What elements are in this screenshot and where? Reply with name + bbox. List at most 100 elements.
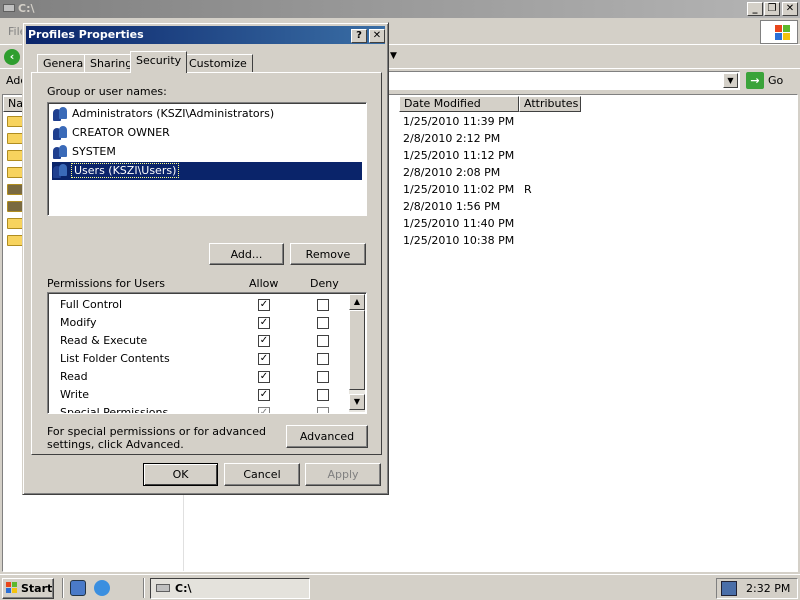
folder-icon	[7, 150, 23, 161]
user-item-creator-owner[interactable]: CREATOR OWNER	[52, 124, 362, 142]
perm-row-list-folder: List Folder Contents ✓	[48, 350, 348, 368]
internet-explorer-icon[interactable]	[94, 580, 110, 596]
advanced-button[interactable]: Advanced	[286, 425, 368, 448]
scroll-up-icon[interactable]: ▲	[349, 294, 365, 310]
folder-icon	[7, 218, 23, 229]
remove-button[interactable]: Remove	[290, 243, 366, 265]
add-button[interactable]: Add...	[209, 243, 284, 265]
network-icon[interactable]	[721, 581, 737, 596]
start-button[interactable]: Start	[2, 578, 54, 599]
minimize-button[interactable]: _	[747, 2, 763, 16]
taskbar-item-label: C:\	[175, 582, 192, 595]
explorer-title-bar: C:\ _ ❐ ✕	[0, 0, 800, 18]
folder-icon	[7, 116, 23, 127]
tab-customize[interactable]: Customize	[183, 54, 253, 73]
date-cell: 2/8/2010 1:56 PM	[403, 200, 501, 213]
perm-row-read: Read ✓	[48, 368, 348, 386]
help-button[interactable]: ?	[351, 29, 367, 43]
taskbar-item-explorer[interactable]: C:\	[150, 578, 310, 599]
properties-dialog: Profiles Properties ? ✕ General Sharing …	[22, 22, 389, 495]
go-label: Go	[768, 74, 784, 87]
tab-strip: General Sharing Security Customize	[33, 51, 383, 73]
perm-row-modify: Modify ✓	[48, 314, 348, 332]
allow-label: Allow	[249, 277, 279, 290]
close-dialog-button[interactable]: ✕	[369, 29, 385, 43]
deny-checkbox[interactable]	[317, 371, 329, 383]
close-window-button[interactable]: ✕	[782, 2, 798, 16]
allow-checkbox[interactable]: ✓	[258, 335, 270, 347]
security-tab-panel: Group or user names: Administrators (KSZ…	[31, 72, 382, 455]
deny-label: Deny	[310, 277, 339, 290]
clock[interactable]: 2:32 PM	[746, 582, 790, 595]
allow-checkbox[interactable]: ✓	[258, 371, 270, 383]
permissions-label: Permissions for Users	[47, 277, 165, 290]
dropdown-arrow-icon[interactable]: ▼	[390, 51, 397, 61]
date-cell: 1/25/2010 11:02 PM	[403, 183, 515, 196]
column-date-modified[interactable]: Date Modified	[399, 96, 519, 112]
date-cell: 2/8/2010 2:08 PM	[403, 166, 501, 179]
users-group-icon	[53, 126, 69, 140]
user-item-users[interactable]: Users (KSZI\Users)	[52, 162, 362, 180]
folder-icon	[7, 167, 23, 178]
go-button[interactable]: → Go	[746, 72, 796, 90]
show-desktop-icon[interactable]	[70, 580, 86, 596]
users-group-icon	[53, 107, 69, 121]
allow-checkbox[interactable]: ✓	[258, 389, 270, 401]
perm-name: Write	[60, 388, 90, 401]
address-input[interactable]: ▼	[388, 71, 740, 90]
deny-checkbox[interactable]	[317, 389, 329, 401]
group-label: Group or user names:	[47, 85, 167, 98]
allow-checkbox[interactable]: ✓	[258, 299, 270, 311]
column-attributes[interactable]: Attributes	[519, 96, 581, 112]
dialog-title-bar[interactable]: Profiles Properties ? ✕	[26, 26, 385, 44]
allow-checkbox[interactable]: ✓	[258, 353, 270, 365]
apply-button: Apply	[305, 463, 381, 486]
date-cell: 1/25/2010 10:38 PM	[403, 234, 515, 247]
cancel-button[interactable]: Cancel	[224, 463, 300, 486]
perm-name: List Folder Contents	[60, 352, 170, 365]
perm-row-read-execute: Read & Execute ✓	[48, 332, 348, 350]
permissions-scrollbar[interactable]: ▲ ▼	[349, 294, 365, 412]
pane-divider	[183, 495, 184, 571]
taskbar: Start C:\ 2:32 PM	[0, 574, 800, 600]
scroll-thumb[interactable]	[349, 310, 365, 390]
deny-checkbox[interactable]	[317, 317, 329, 329]
start-label: Start	[21, 582, 53, 595]
allow-checkbox: ✓	[258, 407, 270, 413]
date-cell: 1/25/2010 11:12 PM	[403, 149, 515, 162]
explorer-title: C:\	[18, 2, 35, 15]
left-pane-bottom	[3, 495, 183, 571]
dialog-title: Profiles Properties	[28, 28, 144, 41]
windows-start-icon	[6, 582, 18, 594]
scroll-down-icon[interactable]: ▼	[349, 394, 365, 410]
attr-cell: R	[524, 183, 532, 196]
back-icon[interactable]: ‹	[4, 49, 20, 65]
drive-icon	[3, 4, 15, 12]
user-item-administrators[interactable]: Administrators (KSZI\Administrators)	[52, 105, 362, 123]
date-cell: 1/25/2010 11:40 PM	[403, 217, 515, 230]
deny-checkbox[interactable]	[317, 335, 329, 347]
users-group-icon	[53, 164, 69, 178]
perm-name: Full Control	[60, 298, 123, 311]
perm-name: Modify	[60, 316, 97, 329]
system-tray: 2:32 PM	[716, 578, 798, 599]
restore-button[interactable]: ❐	[764, 2, 780, 16]
address-dropdown-icon[interactable]: ▼	[723, 73, 738, 88]
tab-security[interactable]: Security	[130, 51, 188, 73]
perm-row-special: Special Permissions ✓	[48, 404, 348, 414]
perm-row-full-control: Full Control ✓	[48, 296, 348, 314]
deny-checkbox[interactable]	[317, 353, 329, 365]
users-list[interactable]: Administrators (KSZI\Administrators) CRE…	[47, 102, 367, 216]
user-item-system[interactable]: SYSTEM	[52, 143, 362, 161]
drive-icon	[156, 584, 170, 592]
deny-checkbox[interactable]	[317, 299, 329, 311]
perm-name: Read & Execute	[60, 334, 148, 347]
perm-row-write: Write ✓	[48, 386, 348, 404]
special-permissions-text: For special permissions or for advanced …	[47, 425, 266, 451]
taskbar-separator	[62, 578, 64, 598]
ok-button[interactable]: OK	[143, 463, 218, 486]
perm-name: Special Permissions	[60, 406, 169, 414]
taskbar-separator	[143, 578, 145, 598]
permissions-list[interactable]: Full Control ✓ Modify ✓ Read & Execute ✓…	[47, 292, 367, 414]
allow-checkbox[interactable]: ✓	[258, 317, 270, 329]
